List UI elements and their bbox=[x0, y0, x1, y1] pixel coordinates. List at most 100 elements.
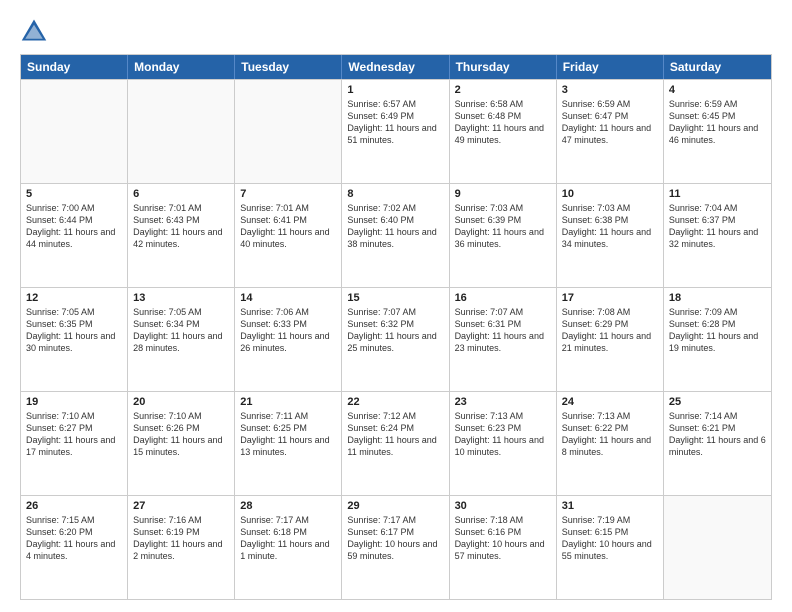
cell-daylight-info: Sunrise: 7:04 AM Sunset: 6:37 PM Dayligh… bbox=[669, 202, 766, 251]
cell-daylight-info: Sunrise: 6:59 AM Sunset: 6:47 PM Dayligh… bbox=[562, 98, 658, 147]
cell-daylight-info: Sunrise: 6:58 AM Sunset: 6:48 PM Dayligh… bbox=[455, 98, 551, 147]
calendar-cell-19: 19 Sunrise: 7:10 AM Sunset: 6:27 PM Dayli… bbox=[21, 392, 128, 495]
calendar-cell-12: 12 Sunrise: 7:05 AM Sunset: 6:35 PM Dayli… bbox=[21, 288, 128, 391]
header bbox=[20, 16, 772, 44]
header-day-tuesday: Tuesday bbox=[235, 55, 342, 79]
day-number: 23 bbox=[455, 396, 551, 408]
calendar-cell-16: 16 Sunrise: 7:07 AM Sunset: 6:31 PM Dayli… bbox=[450, 288, 557, 391]
cell-daylight-info: Sunrise: 7:01 AM Sunset: 6:41 PM Dayligh… bbox=[240, 202, 336, 251]
day-number: 26 bbox=[26, 500, 122, 512]
calendar-cell-29: 29 Sunrise: 7:17 AM Sunset: 6:17 PM Dayli… bbox=[342, 496, 449, 599]
day-number: 8 bbox=[347, 188, 443, 200]
cell-daylight-info: Sunrise: 7:18 AM Sunset: 6:16 PM Dayligh… bbox=[455, 514, 551, 563]
day-number: 18 bbox=[669, 292, 766, 304]
day-number: 22 bbox=[347, 396, 443, 408]
day-number: 12 bbox=[26, 292, 122, 304]
calendar-cell-4: 4 Sunrise: 6:59 AM Sunset: 6:45 PM Daylig… bbox=[664, 80, 771, 183]
cell-daylight-info: Sunrise: 7:15 AM Sunset: 6:20 PM Dayligh… bbox=[26, 514, 122, 563]
cell-daylight-info: Sunrise: 7:00 AM Sunset: 6:44 PM Dayligh… bbox=[26, 202, 122, 251]
calendar-cell-15: 15 Sunrise: 7:07 AM Sunset: 6:32 PM Dayli… bbox=[342, 288, 449, 391]
day-number: 4 bbox=[669, 84, 766, 96]
day-number: 15 bbox=[347, 292, 443, 304]
day-number: 19 bbox=[26, 396, 122, 408]
calendar-cell-24: 24Sunrise: 7:13 AM Sunset: 6:22 PM Dayli… bbox=[557, 392, 664, 495]
calendar-header: SundayMondayTuesdayWednesdayThursdayFrid… bbox=[21, 55, 771, 79]
cell-daylight-info: Sunrise: 7:10 AM Sunset: 6:26 PM Dayligh… bbox=[133, 410, 229, 459]
day-number: 16 bbox=[455, 292, 551, 304]
cell-daylight-info: Sunrise: 7:13 AM Sunset: 6:22 PM Dayligh… bbox=[562, 410, 658, 459]
day-number: 5 bbox=[26, 188, 122, 200]
cell-daylight-info: Sunrise: 7:08 AM Sunset: 6:29 PM Dayligh… bbox=[562, 306, 658, 355]
cell-daylight-info: Sunrise: 7:02 AM Sunset: 6:40 PM Dayligh… bbox=[347, 202, 443, 251]
calendar-row-4: 26 Sunrise: 7:15 AM Sunset: 6:20 PM Dayli… bbox=[21, 495, 771, 599]
day-number: 17 bbox=[562, 292, 658, 304]
day-number: 1 bbox=[347, 84, 443, 96]
calendar-body: 1 Sunrise: 6:57 AM Sunset: 6:49 PM Daylig… bbox=[21, 79, 771, 599]
calendar-cell-27: 27 Sunrise: 7:16 AM Sunset: 6:19 PM Dayli… bbox=[128, 496, 235, 599]
day-number: 20 bbox=[133, 396, 229, 408]
calendar-row-3: 19 Sunrise: 7:10 AM Sunset: 6:27 PM Dayli… bbox=[21, 391, 771, 495]
calendar-row-2: 12 Sunrise: 7:05 AM Sunset: 6:35 PM Dayli… bbox=[21, 287, 771, 391]
day-number: 31 bbox=[562, 500, 658, 512]
calendar-cell-21: 21 Sunrise: 7:11 AM Sunset: 6:25 PM Dayli… bbox=[235, 392, 342, 495]
day-number: 27 bbox=[133, 500, 229, 512]
calendar-cell-1: 1 Sunrise: 6:57 AM Sunset: 6:49 PM Daylig… bbox=[342, 80, 449, 183]
day-number: 30 bbox=[455, 500, 551, 512]
page: SundayMondayTuesdayWednesdayThursdayFrid… bbox=[0, 0, 792, 612]
day-number: 21 bbox=[240, 396, 336, 408]
cell-daylight-info: Sunrise: 7:17 AM Sunset: 6:17 PM Dayligh… bbox=[347, 514, 443, 563]
calendar: SundayMondayTuesdayWednesdayThursdayFrid… bbox=[20, 54, 772, 600]
day-number: 6 bbox=[133, 188, 229, 200]
cell-daylight-info: Sunrise: 7:19 AM Sunset: 6:15 PM Dayligh… bbox=[562, 514, 658, 563]
cell-daylight-info: Sunrise: 6:57 AM Sunset: 6:49 PM Dayligh… bbox=[347, 98, 443, 147]
cell-daylight-info: Sunrise: 7:14 AM Sunset: 6:21 PM Dayligh… bbox=[669, 410, 766, 459]
calendar-cell-22: 22 Sunrise: 7:12 AM Sunset: 6:24 PM Dayli… bbox=[342, 392, 449, 495]
calendar-cell-23: 23 Sunrise: 7:13 AM Sunset: 6:23 PM Dayli… bbox=[450, 392, 557, 495]
calendar-cell-empty-0-0 bbox=[21, 80, 128, 183]
header-day-friday: Friday bbox=[557, 55, 664, 79]
logo-icon bbox=[20, 16, 48, 44]
header-day-thursday: Thursday bbox=[450, 55, 557, 79]
cell-daylight-info: Sunrise: 7:12 AM Sunset: 6:24 PM Dayligh… bbox=[347, 410, 443, 459]
calendar-cell-26: 26 Sunrise: 7:15 AM Sunset: 6:20 PM Dayli… bbox=[21, 496, 128, 599]
cell-daylight-info: Sunrise: 7:07 AM Sunset: 6:31 PM Dayligh… bbox=[455, 306, 551, 355]
cell-daylight-info: Sunrise: 7:03 AM Sunset: 6:39 PM Dayligh… bbox=[455, 202, 551, 251]
calendar-cell-2: 2 Sunrise: 6:58 AM Sunset: 6:48 PM Daylig… bbox=[450, 80, 557, 183]
calendar-cell-6: 6 Sunrise: 7:01 AM Sunset: 6:43 PM Daylig… bbox=[128, 184, 235, 287]
cell-daylight-info: Sunrise: 7:17 AM Sunset: 6:18 PM Dayligh… bbox=[240, 514, 336, 563]
calendar-cell-8: 8 Sunrise: 7:02 AM Sunset: 6:40 PM Daylig… bbox=[342, 184, 449, 287]
calendar-cell-17: 17 Sunrise: 7:08 AM Sunset: 6:29 PM Dayli… bbox=[557, 288, 664, 391]
header-day-wednesday: Wednesday bbox=[342, 55, 449, 79]
header-day-saturday: Saturday bbox=[664, 55, 771, 79]
cell-daylight-info: Sunrise: 7:07 AM Sunset: 6:32 PM Dayligh… bbox=[347, 306, 443, 355]
calendar-cell-20: 20 Sunrise: 7:10 AM Sunset: 6:26 PM Dayli… bbox=[128, 392, 235, 495]
day-number: 29 bbox=[347, 500, 443, 512]
cell-daylight-info: Sunrise: 7:05 AM Sunset: 6:34 PM Dayligh… bbox=[133, 306, 229, 355]
cell-daylight-info: Sunrise: 7:13 AM Sunset: 6:23 PM Dayligh… bbox=[455, 410, 551, 459]
cell-daylight-info: Sunrise: 7:10 AM Sunset: 6:27 PM Dayligh… bbox=[26, 410, 122, 459]
calendar-cell-30: 30 Sunrise: 7:18 AM Sunset: 6:16 PM Dayli… bbox=[450, 496, 557, 599]
cell-daylight-info: Sunrise: 7:01 AM Sunset: 6:43 PM Dayligh… bbox=[133, 202, 229, 251]
cell-daylight-info: Sunrise: 7:05 AM Sunset: 6:35 PM Dayligh… bbox=[26, 306, 122, 355]
calendar-cell-31: 31 Sunrise: 7:19 AM Sunset: 6:15 PM Dayli… bbox=[557, 496, 664, 599]
calendar-cell-9: 9 Sunrise: 7:03 AM Sunset: 6:39 PM Daylig… bbox=[450, 184, 557, 287]
cell-daylight-info: Sunrise: 7:11 AM Sunset: 6:25 PM Dayligh… bbox=[240, 410, 336, 459]
calendar-row-0: 1 Sunrise: 6:57 AM Sunset: 6:49 PM Daylig… bbox=[21, 79, 771, 183]
cell-daylight-info: Sunrise: 7:16 AM Sunset: 6:19 PM Dayligh… bbox=[133, 514, 229, 563]
day-number: 2 bbox=[455, 84, 551, 96]
day-number: 3 bbox=[562, 84, 658, 96]
calendar-row-1: 5 Sunrise: 7:00 AM Sunset: 6:44 PM Daylig… bbox=[21, 183, 771, 287]
calendar-cell-7: 7Sunrise: 7:01 AM Sunset: 6:41 PM Daylig… bbox=[235, 184, 342, 287]
day-number: 13 bbox=[133, 292, 229, 304]
day-number: 9 bbox=[455, 188, 551, 200]
cell-daylight-info: Sunrise: 7:06 AM Sunset: 6:33 PM Dayligh… bbox=[240, 306, 336, 355]
cell-daylight-info: Sunrise: 7:09 AM Sunset: 6:28 PM Dayligh… bbox=[669, 306, 766, 355]
logo bbox=[20, 16, 52, 44]
cell-daylight-info: Sunrise: 6:59 AM Sunset: 6:45 PM Dayligh… bbox=[669, 98, 766, 147]
day-number: 11 bbox=[669, 188, 766, 200]
calendar-cell-14: 14Sunrise: 7:06 AM Sunset: 6:33 PM Dayli… bbox=[235, 288, 342, 391]
calendar-cell-28: 28Sunrise: 7:17 AM Sunset: 6:18 PM Dayli… bbox=[235, 496, 342, 599]
header-day-sunday: Sunday bbox=[21, 55, 128, 79]
day-number: 25 bbox=[669, 396, 766, 408]
calendar-cell-empty-0-2 bbox=[235, 80, 342, 183]
